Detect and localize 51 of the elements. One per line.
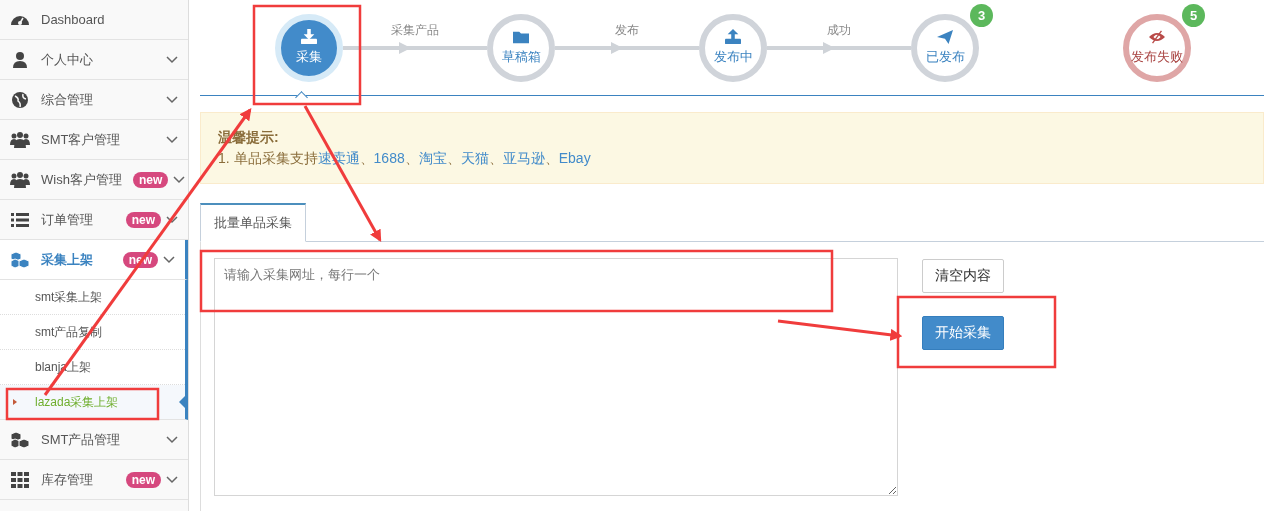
chevron-icon xyxy=(166,475,178,484)
start-button[interactable]: 开始采集 xyxy=(922,316,1004,350)
dashboard-icon xyxy=(10,14,30,25)
platform-link[interactable]: 亚马逊 xyxy=(502,150,545,166)
new-badge: new xyxy=(125,471,161,488)
sidebar-item[interactable]: 库存管理 new xyxy=(0,460,188,500)
paper-plane-icon xyxy=(936,29,954,45)
new-badge: new xyxy=(132,171,169,188)
folder-icon xyxy=(512,29,530,45)
platform-link[interactable]: 天猫 xyxy=(460,150,489,166)
sidebar-item[interactable]: Dashboard xyxy=(0,0,188,40)
eye-slash-icon xyxy=(1148,29,1166,45)
step-arrow-label: 成功 xyxy=(826,21,852,39)
new-badge: new xyxy=(125,211,161,228)
grid-icon xyxy=(10,470,30,489)
globe-icon xyxy=(10,90,30,109)
chevron-icon xyxy=(163,255,175,264)
chevron-icon xyxy=(166,135,178,144)
count-badge: 5 xyxy=(1182,3,1205,27)
step-circle[interactable]: 采集 xyxy=(275,13,343,82)
sidebar-item[interactable]: SMT产品管理 xyxy=(0,420,188,460)
pointer-icon xyxy=(13,399,17,405)
chevron-icon xyxy=(173,175,186,184)
upload-icon xyxy=(724,29,742,45)
count-badge: 3 xyxy=(970,3,993,27)
url-input-field[interactable]: 请输入采集网址，每行一个 xyxy=(214,258,898,496)
chevron-icon xyxy=(166,55,178,64)
submenu-item[interactable]: smt采集上架 xyxy=(0,280,185,315)
platform-link[interactable]: Ebay xyxy=(558,150,591,166)
download-icon xyxy=(300,29,318,45)
list-icon xyxy=(10,210,30,229)
users-icon xyxy=(10,130,30,149)
sidebar-item[interactable]: 综合管理 xyxy=(0,80,188,120)
sidebar-item[interactable]: 个人中心 xyxy=(0,40,188,80)
chevron-icon xyxy=(166,215,178,224)
cubes-icon xyxy=(10,430,30,449)
step-arrow-label: 发布 xyxy=(614,21,640,39)
step-arrow-label: 采集产品 xyxy=(390,21,440,39)
tab[interactable]: 批量单品采集 xyxy=(200,203,306,242)
chevron-icon xyxy=(166,435,178,444)
clear-button[interactable]: 清空内容 xyxy=(922,259,1004,293)
cubes-icon xyxy=(10,250,30,269)
sidebar-item[interactable]: SMT客户管理 xyxy=(0,120,188,160)
chevron-icon xyxy=(166,95,178,104)
sidebar-item[interactable]: Wish客户管理 new xyxy=(0,160,188,200)
platform-link[interactable]: 淘宝 xyxy=(418,150,447,166)
user-icon xyxy=(10,50,30,69)
step-circle[interactable]: 发布中 xyxy=(699,13,767,82)
step-circle[interactable]: 草稿箱 xyxy=(487,13,555,82)
platform-link[interactable]: 1688 xyxy=(373,150,405,166)
users-icon xyxy=(10,170,30,189)
